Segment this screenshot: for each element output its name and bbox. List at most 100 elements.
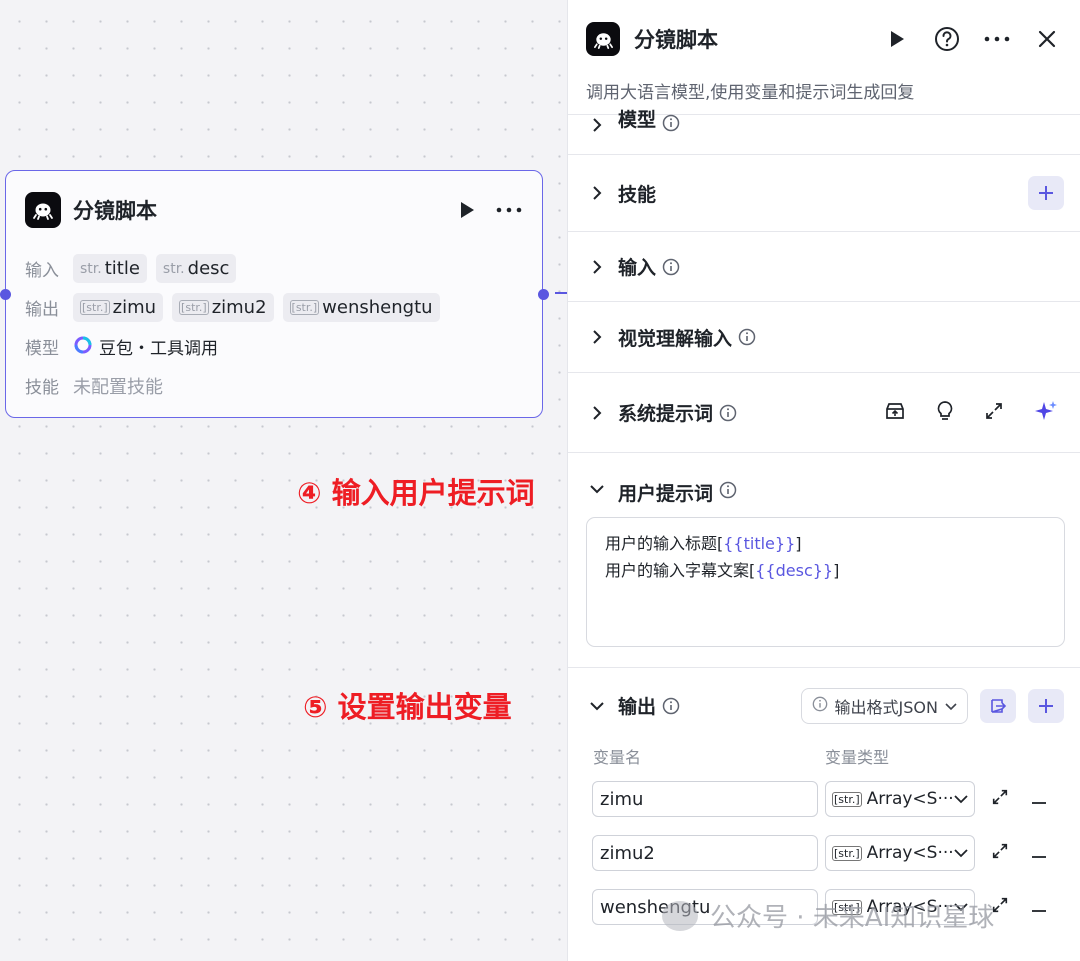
- output-row: zimu [str.] Array<S···: [592, 781, 1047, 817]
- remove-icon[interactable]: [1031, 790, 1047, 809]
- section-title-skills: 技能: [618, 183, 657, 206]
- section-system-prompt[interactable]: 系统提示词: [568, 372, 1080, 452]
- node-header: 分镜脚本: [25, 191, 524, 229]
- info-icon[interactable]: [662, 697, 680, 715]
- chevron-right-icon: [590, 186, 604, 200]
- input-label: 输入: [25, 261, 59, 281]
- close-icon[interactable]: [1032, 24, 1062, 54]
- prompt-line-1: 用户的输入标题[{{title}}]: [605, 534, 802, 553]
- add-skill-button[interactable]: [1028, 176, 1064, 210]
- node-config-panel: 分镜脚本 调用大语言模型,使用变量和提示词生成回复 模型 技能 输入 视觉理解输…: [567, 0, 1080, 961]
- node-output-row: 输出 [str.] zimu [str.] zimu2 [str.] wensheng…: [25, 292, 524, 323]
- row-actions: [991, 842, 1047, 864]
- info-icon: [812, 696, 828, 716]
- panel-title: 分镜脚本: [634, 28, 718, 52]
- section-title-input: 输入: [618, 257, 657, 279]
- panel-actions: [882, 24, 1062, 54]
- prompt-library-icon[interactable]: [884, 401, 906, 425]
- column-variable-type: 变量类型: [825, 748, 890, 767]
- remove-icon[interactable]: [1031, 844, 1047, 863]
- row-actions: [991, 896, 1047, 918]
- column-variable-name: 变量名: [593, 748, 642, 767]
- info-icon[interactable]: [662, 114, 680, 132]
- run-icon[interactable]: [882, 24, 912, 54]
- llm-logo-icon: [586, 22, 620, 56]
- output-format-label: 输出格式JSON: [834, 697, 938, 717]
- skill-label: 技能: [25, 378, 59, 398]
- output-label: 输出: [25, 300, 59, 320]
- run-node-icon[interactable]: [452, 195, 482, 225]
- chevron-down-icon[interactable]: [590, 699, 604, 713]
- section-title-user-prompt: 用户提示词: [618, 483, 714, 505]
- node-input-row: 输入 str. title str. desc: [25, 253, 524, 284]
- wechat-icon: [662, 900, 698, 931]
- row-actions: [991, 788, 1047, 810]
- prompt-tools: [884, 399, 1058, 427]
- lightbulb-icon[interactable]: [936, 400, 954, 426]
- annotation-step5: ⑤ 设置输出变量: [303, 690, 512, 724]
- node-skill-row: 技能 未配置技能: [25, 370, 524, 401]
- variable-name-input[interactable]: zimu2: [592, 835, 818, 871]
- ai-sparkle-icon[interactable]: [1034, 399, 1058, 427]
- variable-type-select[interactable]: [str.] Array<S···: [825, 835, 975, 871]
- section-title-system-prompt: 系统提示词: [618, 403, 714, 425]
- node-summary: 输入 str. title str. desc 输出 [str.] zimu [str…: [25, 253, 524, 409]
- prompt-line-2: 用户的输入字幕文案[{{desc}}]: [605, 561, 840, 580]
- chevron-right-icon: [590, 405, 604, 420]
- add-output-button[interactable]: [1028, 688, 1064, 723]
- section-title-output: 输出: [618, 696, 657, 718]
- section-input[interactable]: 输入: [568, 231, 1080, 301]
- input-tag-title: str. title: [73, 254, 147, 283]
- remove-icon[interactable]: [1031, 898, 1047, 917]
- doubao-model-icon: [73, 335, 93, 359]
- model-label: 模型: [25, 339, 59, 359]
- chevron-down-icon: [945, 696, 957, 715]
- expand-icon[interactable]: [991, 788, 1009, 810]
- panel-header: 分镜脚本: [586, 20, 1062, 58]
- more-options-icon[interactable]: [494, 195, 524, 225]
- panel-description: 调用大语言模型,使用变量和提示词生成回复: [586, 83, 915, 103]
- section-output: 输出 输出格式JSON: [568, 667, 1080, 743]
- user-prompt-editor[interactable]: 用户的输入标题[{{title}}] 用户的输入字幕文案[{{desc}}]: [586, 517, 1065, 647]
- variable-name-input[interactable]: zimu: [592, 781, 818, 817]
- section-model[interactable]: 模型: [568, 109, 1080, 154]
- info-icon[interactable]: [738, 328, 756, 346]
- llm-logo-icon: [25, 192, 61, 228]
- more-options-icon[interactable]: [982, 24, 1012, 54]
- input-port[interactable]: [0, 289, 11, 300]
- output-row: zimu2 [str.] Array<S···: [592, 835, 1047, 871]
- chevron-down-icon[interactable]: [590, 482, 604, 496]
- output-format-select[interactable]: 输出格式JSON: [800, 687, 968, 724]
- chevron-down-icon: [954, 794, 968, 803]
- variable-desc: {{desc}}: [755, 561, 834, 580]
- variable-title: {{title}}: [723, 534, 796, 553]
- import-button[interactable]: [980, 688, 1016, 723]
- info-icon[interactable]: [719, 481, 737, 499]
- expand-icon[interactable]: [991, 842, 1009, 864]
- output-port[interactable]: [538, 289, 549, 300]
- model-value: 豆包・工具调用: [99, 339, 218, 359]
- chevron-down-icon: [954, 848, 968, 857]
- expand-icon[interactable]: [984, 401, 1004, 425]
- info-icon[interactable]: [719, 404, 737, 422]
- watermark: 公众号 · 未来AI知识星球: [662, 897, 994, 934]
- chevron-right-icon: [590, 330, 604, 344]
- output-tag-zimu: [str.] zimu: [73, 293, 164, 322]
- annotation-step4: ④ 输入用户提示词: [297, 476, 535, 510]
- section-title-vision-input: 视觉理解输入: [618, 327, 733, 350]
- skill-value: 未配置技能: [73, 376, 163, 398]
- output-tag-zimu2: [str.] zimu2: [172, 293, 274, 322]
- chevron-right-icon: [590, 118, 604, 132]
- section-skills[interactable]: 技能: [568, 154, 1080, 231]
- input-tag-desc: str. desc: [155, 254, 237, 283]
- node-title: 分镜脚本: [73, 199, 157, 223]
- output-tag-wenshengtu: [str.] wenshengtu: [282, 293, 440, 322]
- workflow-node-card[interactable]: 分镜脚本 输入 str. title str. desc 输出 [str.] zimu…: [0, 170, 549, 418]
- section-title-model: 模型: [618, 109, 657, 131]
- section-vision-input[interactable]: 视觉理解输入: [568, 301, 1080, 372]
- help-icon[interactable]: [932, 24, 962, 54]
- info-icon[interactable]: [662, 258, 680, 276]
- node-model-row: 模型 豆包・工具调用: [25, 331, 524, 362]
- variable-type-select[interactable]: [str.] Array<S···: [825, 781, 975, 817]
- connection-line: [555, 292, 567, 294]
